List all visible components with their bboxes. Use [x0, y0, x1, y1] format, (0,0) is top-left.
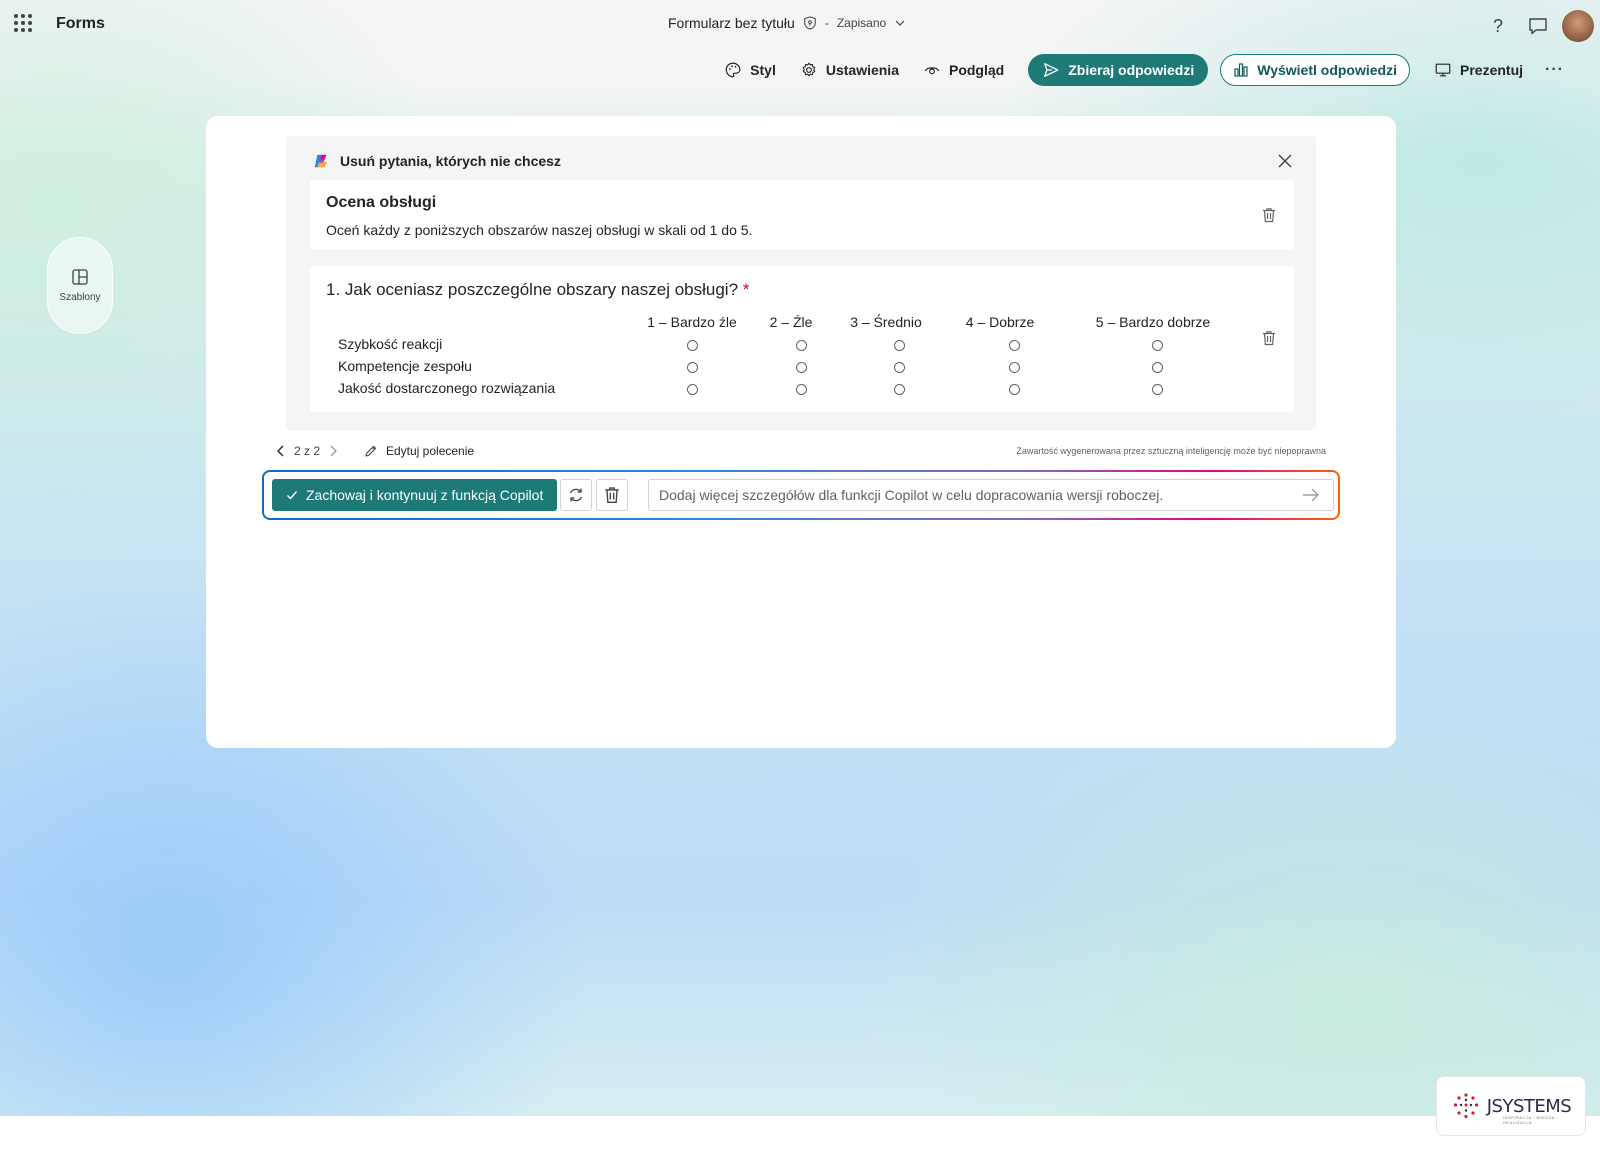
- likert-radio[interactable]: [796, 384, 807, 395]
- chevron-right-icon[interactable]: [328, 445, 338, 457]
- close-icon[interactable]: [1278, 154, 1292, 168]
- help-icon[interactable]: ?: [1484, 16, 1512, 37]
- jsystems-tagline: INSPIRACJA · WIEDZA · REALIZACJA: [1503, 1115, 1559, 1125]
- collect-responses-button[interactable]: Zbieraj odpowiedzi: [1028, 54, 1209, 86]
- feedback-chat-icon[interactable]: [1524, 15, 1552, 37]
- copilot-prompt-bar: Zachowaj i kontynuuj z funkcją Copilot: [262, 470, 1340, 520]
- ai-disclaimer: Zawartość wygenerowana przez sztuczną in…: [1016, 446, 1326, 456]
- templates-label: Szablony: [59, 292, 101, 303]
- trash-icon[interactable]: [1262, 207, 1276, 223]
- command-toolbar: Styl Ustawienia Podgląd Zbieraj odpowied…: [700, 54, 1564, 86]
- save-status: Zapisano: [836, 16, 887, 30]
- preview-label: Podgląd: [948, 62, 1005, 78]
- question-text: 1. Jak oceniasz poszczególne obszary nas…: [326, 280, 739, 299]
- likert-radio[interactable]: [687, 362, 698, 373]
- likert-radio[interactable]: [1009, 340, 1020, 351]
- likert-radio[interactable]: [796, 362, 807, 373]
- likert-radio[interactable]: [796, 340, 807, 351]
- pager-label: 2 z 2: [294, 444, 321, 458]
- more-options-icon[interactable]: ···: [1545, 61, 1564, 79]
- form-canvas: Usuń pytania, których nie chcesz Ocena o…: [206, 116, 1396, 748]
- edit-prompt-label: Edytuj polecenie: [386, 444, 475, 458]
- jsystems-brand: JSYSTEMS: [1486, 1095, 1572, 1117]
- settings-button[interactable]: Ustawienia: [800, 61, 899, 79]
- form-title[interactable]: Formularz bez tytułu: [668, 15, 795, 31]
- eye-icon: [924, 67, 940, 75]
- likert-option-1: 1 – Bardzo źle: [647, 314, 737, 330]
- style-button[interactable]: Styl: [724, 61, 776, 79]
- likert-option-3: 3 – Średnio: [850, 314, 922, 330]
- likert-statement-2: Kompetencje zespołu: [338, 358, 472, 374]
- suggestion-nav: 2 z 2 Edytuj polecenie Zawartość wygener…: [276, 442, 1326, 462]
- palette-icon: [725, 62, 741, 78]
- section-title: Ocena obsługi: [326, 194, 437, 211]
- refresh-icon: [569, 488, 583, 502]
- suggestion-header: Usuń pytania, których nie chcesz: [340, 153, 561, 169]
- likert-radio[interactable]: [1152, 362, 1163, 373]
- bar-chart-icon: [1234, 63, 1248, 77]
- templates-icon: [72, 269, 88, 285]
- app-name[interactable]: Forms: [56, 15, 105, 33]
- likert-radio[interactable]: [687, 340, 698, 351]
- likert-statement-1: Szybkość reakcji: [338, 336, 443, 352]
- app-launcher-icon[interactable]: [14, 14, 32, 32]
- likert-radio[interactable]: [1152, 384, 1163, 395]
- send-icon: [1044, 63, 1059, 77]
- avatar[interactable]: [1562, 10, 1594, 42]
- copilot-suggestion-panel: Usuń pytania, których nie chcesz Ocena o…: [286, 136, 1316, 430]
- likert-option-2: 2 – Źle: [769, 314, 813, 330]
- preview-button[interactable]: Podgląd: [923, 61, 1004, 79]
- pencil-icon: [365, 445, 377, 457]
- checkmark-icon: [287, 491, 298, 500]
- required-mark: *: [742, 280, 750, 299]
- regenerate-button[interactable]: [560, 479, 592, 511]
- present-screen-icon: [1435, 63, 1451, 77]
- present-button[interactable]: Prezentuj: [1434, 61, 1523, 79]
- edit-prompt-button[interactable]: Edytuj polecenie: [364, 444, 474, 458]
- jsystems-logo: JSYSTEMS INSPIRACJA · WIEDZA · REALIZACJ…: [1436, 1076, 1586, 1136]
- style-label: Styl: [750, 62, 776, 78]
- form-title-area[interactable]: Formularz bez tytułu - Zapisano: [668, 15, 906, 31]
- discard-button[interactable]: [596, 479, 628, 511]
- likert-option-4: 4 – Dobrze: [965, 314, 1035, 330]
- trash-icon: [605, 487, 619, 503]
- question-title: 1. Jak oceniasz poszczególne obszary nas…: [326, 280, 749, 300]
- likert-radio[interactable]: [894, 362, 905, 373]
- present-label: Prezentuj: [1460, 62, 1524, 78]
- arrow-right-icon[interactable]: [1302, 487, 1320, 503]
- chevron-left-icon[interactable]: [276, 445, 286, 457]
- copilot-icon: [314, 154, 328, 168]
- likert-radio[interactable]: [1152, 340, 1163, 351]
- copilot-prompt-input[interactable]: [648, 479, 1334, 511]
- title-separator: -: [824, 16, 829, 30]
- likert-option-5: 5 – Bardzo dobrze: [1095, 314, 1211, 330]
- templates-button[interactable]: Szablony: [47, 237, 113, 334]
- chevron-down-icon[interactable]: [894, 17, 906, 29]
- pager: 2 z 2: [276, 444, 338, 458]
- likert-radio[interactable]: [894, 384, 905, 395]
- question-card[interactable]: 1. Jak oceniasz poszczególne obszary nas…: [310, 266, 1294, 412]
- trash-icon[interactable]: [1262, 330, 1276, 346]
- view-responses-label: Wyświetl odpowiedzi: [1257, 62, 1397, 78]
- settings-label: Ustawienia: [825, 62, 899, 78]
- jsystems-logo-icon: [1453, 1093, 1478, 1119]
- collect-responses-label: Zbieraj odpowiedzi: [1068, 62, 1195, 78]
- top-bar: Forms Formularz bez tytułu - Zapisano ?: [0, 0, 1600, 48]
- page-footer: [0, 1116, 1600, 1150]
- keep-and-continue-label: Zachowaj i kontynuuj z funkcją Copilot: [306, 487, 544, 503]
- gear-icon: [802, 62, 816, 77]
- keep-and-continue-button[interactable]: Zachowaj i kontynuuj z funkcją Copilot: [272, 479, 558, 511]
- likert-radio[interactable]: [894, 340, 905, 351]
- likert-statement-3: Jakość dostarczonego rozwiązania: [338, 380, 556, 396]
- likert-radio[interactable]: [1009, 384, 1020, 395]
- likert-radio[interactable]: [687, 384, 698, 395]
- shield-icon: [804, 16, 816, 30]
- likert-radio[interactable]: [1009, 362, 1020, 373]
- view-responses-button[interactable]: Wyświetl odpowiedzi: [1220, 54, 1410, 86]
- section-card[interactable]: Ocena obsługi Oceń każdy z poniższych ob…: [310, 180, 1294, 250]
- section-description: Oceń każdy z poniższych obszarów naszej …: [326, 222, 753, 238]
